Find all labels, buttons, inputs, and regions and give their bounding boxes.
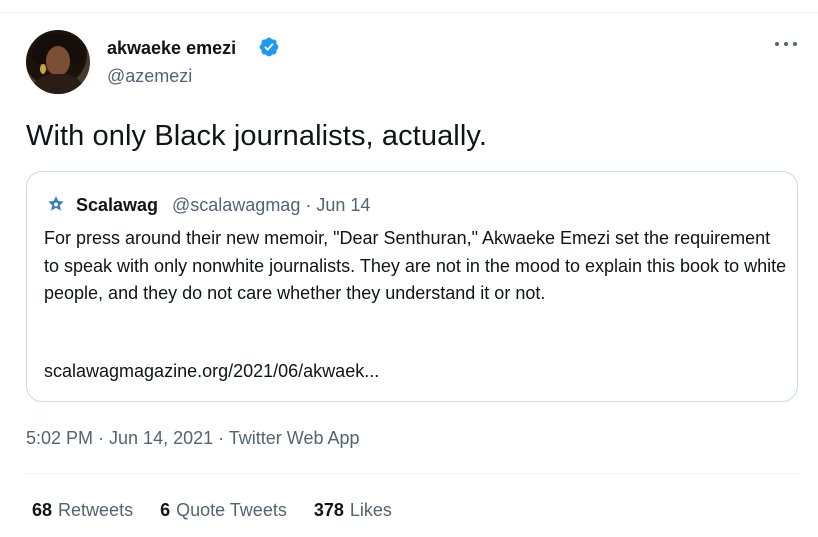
author-display-name[interactable]: akwaeke emezi [107, 38, 236, 59]
top-divider [0, 12, 818, 13]
more-options-icon[interactable] [775, 36, 797, 52]
engagement-stats: 68 Retweets 6 Quote Tweets 378 Likes [32, 500, 419, 521]
likes-count: 378 [313, 500, 344, 520]
quoted-tweet-link[interactable]: scalawagmagazine.org/2021/06/akwaek... [44, 361, 379, 382]
author-handle[interactable]: @azemezi [107, 66, 192, 87]
quote-tweets-stat[interactable]: 6 Quote Tweets [160, 500, 287, 521]
retweets-count: 68 [32, 500, 53, 520]
quoted-tweet-card[interactable]: Scalawag @scalawagmag · Jun 14 For press… [26, 171, 798, 402]
retweets-label: Retweets [58, 500, 134, 520]
quoted-author-name: Scalawag [76, 195, 159, 215]
quote-tweets-label: Quote Tweets [176, 500, 287, 520]
stats-divider [26, 473, 798, 474]
retweets-stat[interactable]: 68 Retweets [32, 500, 133, 521]
scalawag-logo-icon [48, 196, 64, 211]
likes-label: Likes [349, 500, 392, 520]
quoted-author-handle-date: @scalawagmag · Jun 14 [172, 195, 371, 215]
quoted-tweet-body: For press around their new memoir, "Dear… [44, 228, 787, 303]
verified-badge-icon [259, 37, 279, 57]
quote-tweets-count: 6 [160, 500, 171, 520]
avatar[interactable] [26, 30, 90, 94]
likes-stat[interactable]: 378 Likes [314, 500, 392, 521]
tweet-timestamp-source[interactable]: 5:02 PM · Jun 14, 2021 · Twitter Web App [26, 428, 360, 449]
tweet-text: With only Black journalists, actually. [26, 120, 487, 152]
